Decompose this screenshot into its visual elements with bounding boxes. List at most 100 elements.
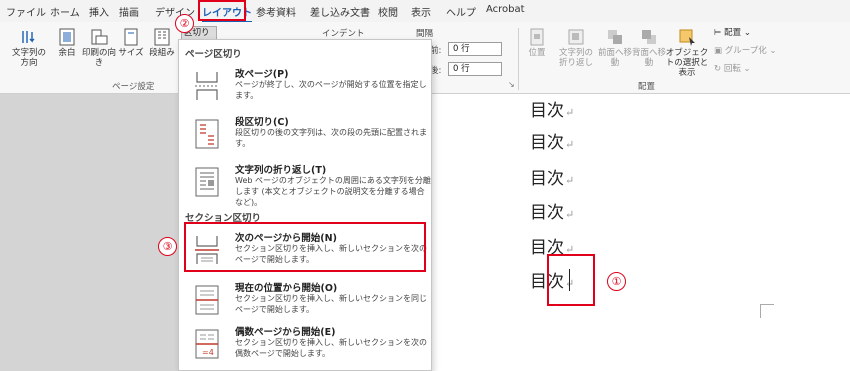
send-backward-label: 背面へ移動 (632, 48, 667, 68)
return-mark: ↵ (565, 138, 575, 151)
rotate-button[interactable]: ↻ 回転 ⌄ (714, 62, 751, 74)
toc-line: 目次↵ (530, 128, 574, 153)
orientation-icon (91, 29, 108, 45)
bring-forward-icon (608, 30, 622, 44)
columns-icon (154, 28, 170, 46)
bring-forward-label: 前面へ移動 (598, 48, 633, 68)
menu-item-even-page[interactable]: =4 偶数ページから開始(E) セクション区切りを挿入し、新しいセクションを次の… (187, 324, 427, 364)
svg-text:=4: =4 (202, 348, 214, 357)
return-mark: ↵ (565, 208, 575, 221)
tab-review[interactable]: 校閲 (378, 4, 398, 19)
menu-item-desc: セクション区切りを挿入し、新しいセクションを同じページで開始します。 (235, 294, 427, 314)
next-page-highlight (184, 222, 426, 272)
spacing-after-input[interactable]: 0 行 (448, 62, 502, 76)
send-backward-icon (642, 30, 656, 44)
spacing-before-input[interactable]: 0 行 (448, 42, 502, 56)
tab-view[interactable]: 表示 (411, 4, 431, 19)
orientation-label: 印刷の向き (82, 48, 117, 68)
arrange-group-label: 配置 (638, 82, 656, 92)
menu-item-title: 改ページ(P) (235, 69, 289, 80)
wrap-text-icon (568, 29, 584, 45)
continuous-break-icon (195, 285, 219, 315)
callout-number-2: ② (175, 14, 194, 33)
even-page-break-icon: =4 (195, 329, 219, 359)
indent-label: インデント (322, 29, 365, 39)
align-label: 配置 (724, 28, 742, 38)
dialog-launcher-icon[interactable]: ↘ (508, 80, 515, 89)
bring-forward-button[interactable]: 前面へ移動 (598, 28, 632, 68)
tab-file[interactable]: ファイル (6, 4, 46, 19)
breaks-dropdown-menu: ページ区切り 改ページ(P) ページが終了し、次のページが開始する位置を指定しま… (178, 39, 432, 371)
menu-item-continuous[interactable]: 現在の位置から開始(O) セクション区切りを挿入し、新しいセクションを同じページ… (187, 280, 427, 320)
menu-item-text-wrapping[interactable]: 文字列の折り返し(T) Web ページのオブジェクトの周囲にある文字列を分離しま… (187, 162, 431, 207)
rotate-label: 回転 (723, 64, 741, 74)
tab-acrobat[interactable]: Acrobat (486, 4, 525, 15)
group-button[interactable]: ▣ グループ化 ⌄ (714, 44, 777, 56)
wrap-text-label: 文字列の折り返し (558, 48, 593, 68)
cursor-position-highlight (547, 254, 595, 306)
callout-number-3: ③ (158, 237, 177, 256)
toc-line: 目次↵ (530, 96, 574, 121)
position-button[interactable]: 位置 (520, 28, 554, 58)
page-corner-mark (760, 304, 774, 318)
position-label: 位置 (528, 48, 546, 58)
align-button[interactable]: ⊨ 配置 ⌄ (714, 26, 751, 38)
columns-button[interactable]: 段組み (145, 28, 179, 58)
menu-item-desc: 段区切りの後の文字列は、次の段の先頭に配置されます。 (235, 128, 427, 148)
page-break-icon (195, 72, 219, 100)
align-icon: ⊨ (714, 28, 725, 38)
menu-item-desc: Web ページのオブジェクトの周囲にある文字列を分離します (本文とオブジェクト… (235, 176, 431, 207)
text-direction-icon (22, 31, 35, 43)
columns-label: 段組み (149, 48, 175, 58)
tab-help[interactable]: ヘルプ (446, 4, 476, 19)
menu-item-column-break[interactable]: 段区切り(C) 段区切りの後の文字列は、次の段の先頭に配置されます。 (187, 114, 427, 154)
text-direction-label: 文字列の方向 (12, 48, 47, 68)
menu-item-title: 段区切り(C) (235, 117, 289, 128)
tab-draw[interactable]: 描画 (119, 4, 139, 19)
send-backward-button[interactable]: 背面へ移動 (632, 28, 666, 68)
layout-tab-highlight (198, 0, 246, 21)
page-size-icon (124, 28, 138, 46)
selection-pane-button[interactable]: オブジェクトの選択と表示 (664, 28, 710, 78)
selection-pane-icon (679, 29, 695, 46)
toc-text: 目次 (530, 133, 564, 153)
tab-home[interactable]: ホーム (50, 4, 80, 19)
return-mark: ↵ (565, 106, 575, 119)
toc-line: 目次↵ (530, 198, 574, 223)
return-mark: ↵ (565, 174, 575, 187)
spacing-label: 間隔 (416, 29, 434, 39)
document-page[interactable]: 目次↵ 目次↵ 目次↵ 目次↵ 目次↵ 目次↵ (430, 94, 850, 371)
menu-item-title: 偶数ページから開始(E) (235, 327, 336, 338)
toc-text: 目次 (530, 169, 564, 189)
menu-item-title: 現在の位置から開始(O) (235, 283, 338, 294)
position-icon (530, 28, 544, 46)
column-break-icon (195, 119, 219, 149)
selection-pane-label: オブジェクトの選択と表示 (665, 48, 709, 78)
group-separator (518, 28, 519, 90)
margins-icon (59, 28, 75, 46)
tab-insert[interactable]: 挿入 (89, 4, 109, 19)
tab-references[interactable]: 参考資料 (256, 4, 296, 19)
rotate-icon: ↻ (714, 64, 724, 74)
text-direction-button[interactable]: 文字列の方向 (12, 28, 46, 68)
size-label: サイズ (118, 48, 144, 58)
wrap-text-button[interactable]: 文字列の折り返し (556, 28, 596, 68)
group-icon: ▣ (714, 46, 725, 56)
ribbon-tab-bar: ファイル ホーム 挿入 描画 デザイン レイアウト 参考資料 差し込み文書 校閲… (0, 0, 850, 23)
margins-button[interactable]: 余白 (50, 28, 84, 58)
menu-item-desc: ページが終了し、次のページが開始する位置を指定します。 (235, 80, 427, 100)
menu-item-page-break[interactable]: 改ページ(P) ページが終了し、次のページが開始する位置を指定します。 (187, 66, 427, 106)
orientation-button[interactable]: 印刷の向き (82, 28, 116, 68)
group-label: グループ化 (724, 46, 767, 56)
size-button[interactable]: サイズ (114, 28, 148, 58)
callout-number-1: ① (607, 272, 626, 291)
tab-mailings[interactable]: 差し込み文書 (310, 4, 370, 19)
margins-label: 余白 (58, 48, 76, 58)
toc-text: 目次 (530, 101, 564, 121)
toc-line: 目次↵ (530, 164, 574, 189)
toc-text: 目次 (530, 203, 564, 223)
menu-item-title: 文字列の折り返し(T) (235, 165, 327, 176)
menu-item-desc: セクション区切りを挿入し、新しいセクションを次の偶数ページで開始します。 (235, 338, 427, 358)
page-breaks-header: ページ区切り (185, 49, 242, 60)
text-wrapping-icon (195, 167, 219, 197)
